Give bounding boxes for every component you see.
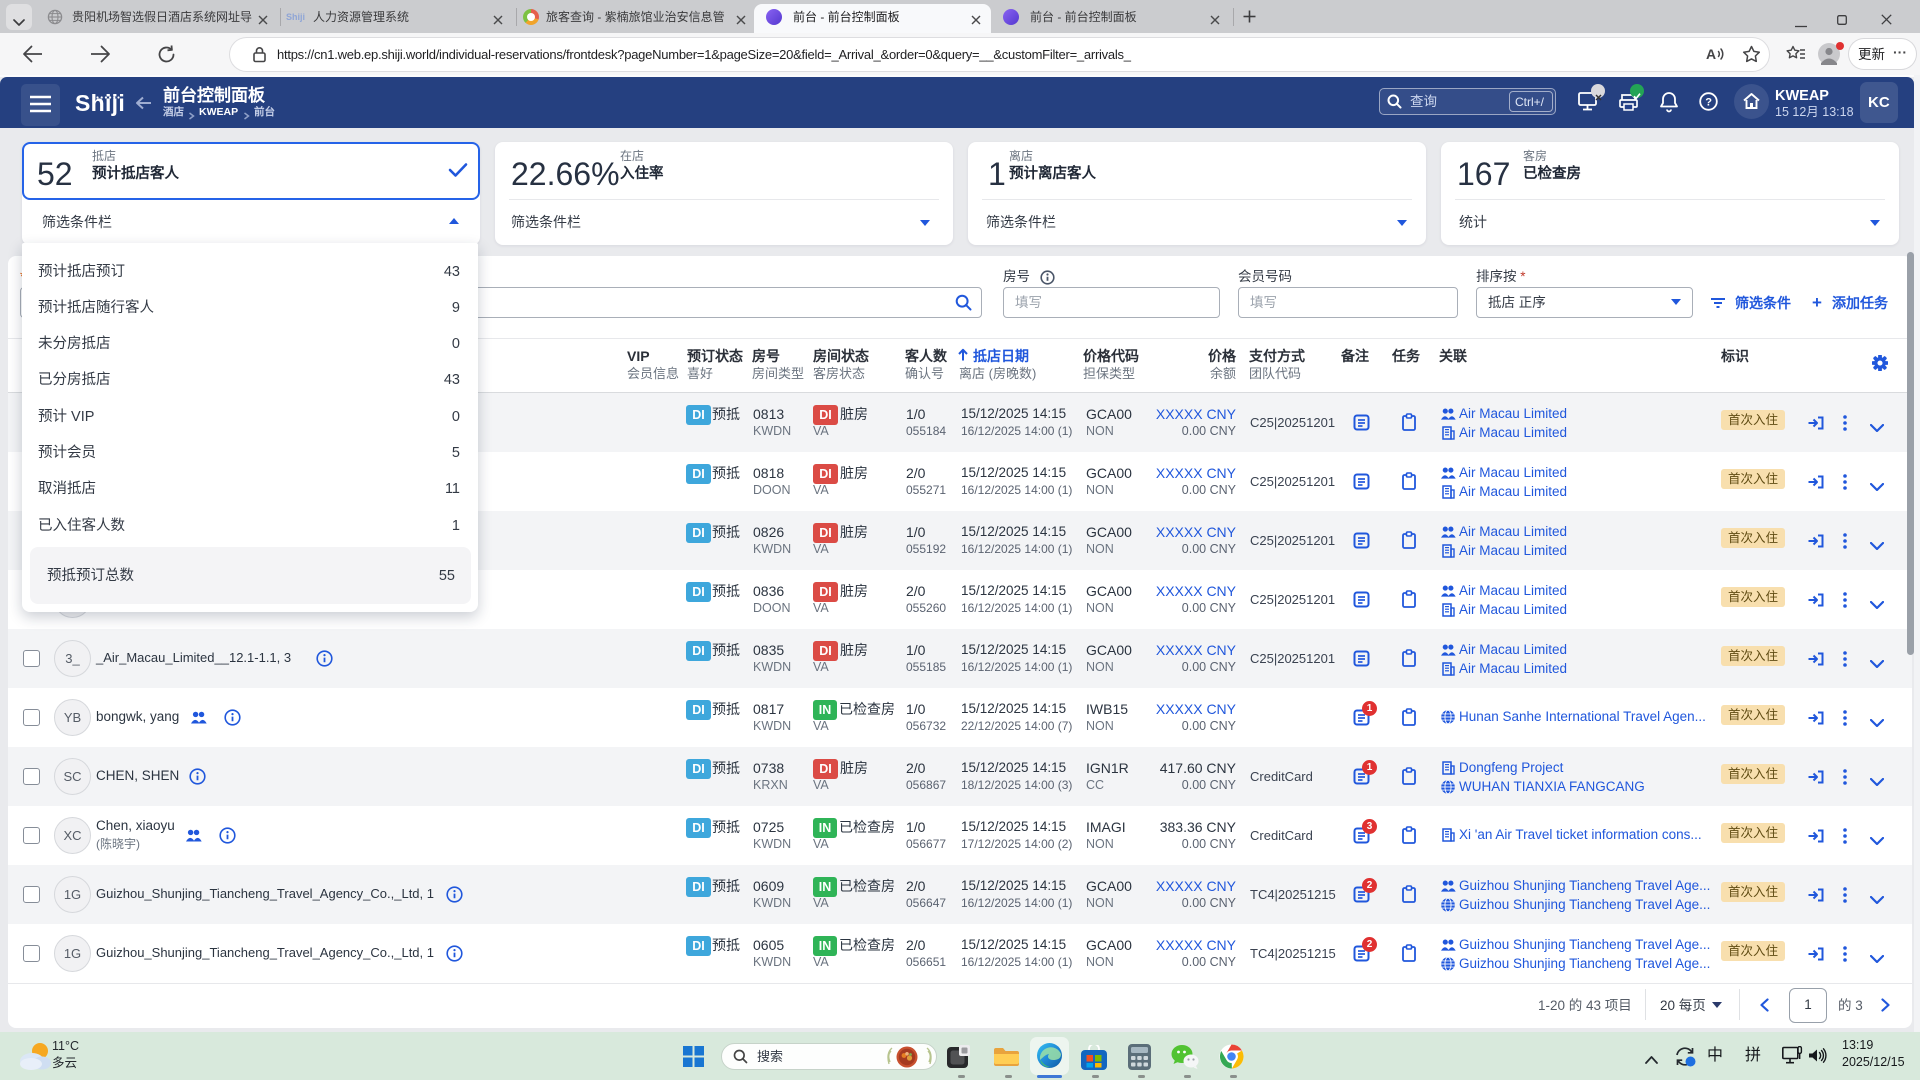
svg-text:A: A: [1706, 46, 1716, 62]
svg-text:?: ?: [1705, 97, 1712, 109]
